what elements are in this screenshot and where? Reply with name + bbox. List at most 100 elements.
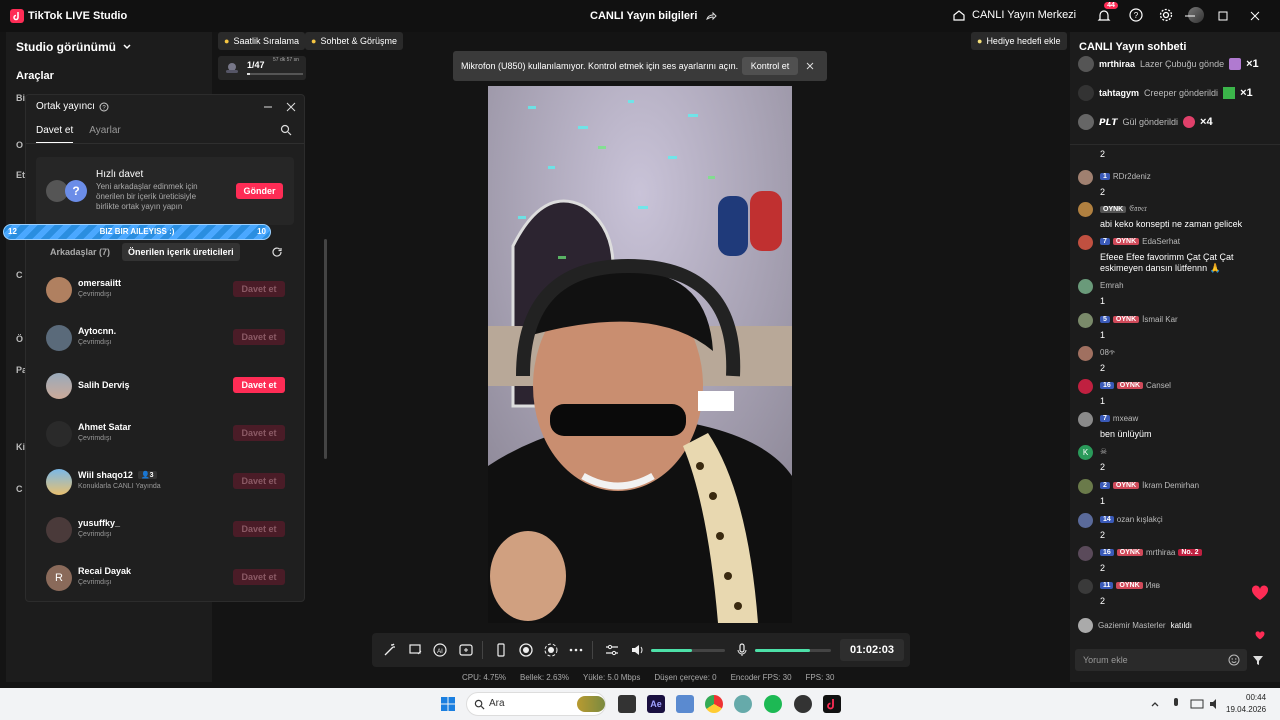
after-effects-icon[interactable]: Ae bbox=[647, 695, 665, 713]
creeper-gift-icon bbox=[1223, 87, 1236, 99]
taskbar-search[interactable]: Ara bbox=[466, 692, 606, 716]
speaker-volume-slider[interactable] bbox=[651, 649, 725, 652]
more-options-icon[interactable] bbox=[568, 642, 584, 658]
level-badge: 16 bbox=[1100, 549, 1114, 556]
fps-stat: FPS: 30 bbox=[805, 673, 835, 682]
windows-start-icon[interactable] bbox=[440, 696, 456, 712]
gift-goal-tag[interactable]: ● Hediye hedefi ekle bbox=[971, 32, 1067, 50]
avatar bbox=[1078, 513, 1093, 528]
check-mic-button[interactable]: Kontrol et bbox=[742, 57, 798, 75]
chat-username[interactable]: RDr2deniz bbox=[1113, 172, 1151, 181]
scrollbar[interactable] bbox=[324, 239, 327, 459]
invite-button[interactable]: Davet et bbox=[233, 377, 285, 393]
invite-button[interactable]: Davet et bbox=[233, 569, 285, 585]
volume-icon[interactable] bbox=[1208, 697, 1222, 711]
tiktok-studio-taskbar-icon[interactable] bbox=[823, 695, 841, 713]
hourly-ranking-tag[interactable]: ● Saatlik Sıralama bbox=[218, 32, 305, 50]
filter-suggested[interactable]: Önerilen içerik üreticileri bbox=[122, 243, 240, 261]
search-highlight-image bbox=[577, 696, 605, 712]
filter-icon[interactable] bbox=[1252, 654, 1264, 666]
clock[interactable]: 00:44 19.04.2026 bbox=[1226, 692, 1266, 716]
level-badge: 14 bbox=[1100, 516, 1114, 523]
task-view-icon[interactable] bbox=[618, 695, 636, 713]
fan-badge: OYNK bbox=[1116, 549, 1144, 556]
invite-button[interactable]: Davet et bbox=[233, 473, 285, 489]
chevron-up-icon[interactable] bbox=[1150, 699, 1160, 709]
chat-username[interactable]: İsmail Kar bbox=[1142, 315, 1178, 324]
chat-username[interactable]: Emrah bbox=[1100, 281, 1124, 290]
minimize-icon[interactable] bbox=[1182, 8, 1198, 24]
viewer-ranking-box[interactable]: 1/47 57 dk 57 sn bbox=[218, 56, 306, 80]
close-icon[interactable] bbox=[805, 61, 815, 71]
settings-gear-icon[interactable] bbox=[1158, 7, 1174, 23]
mic-volume-slider[interactable] bbox=[755, 649, 831, 652]
chat-username[interactable]: İkram Demirhan bbox=[1142, 481, 1199, 490]
refresh-icon[interactable] bbox=[271, 246, 283, 258]
chat-username[interactable]: ☠ bbox=[1100, 447, 1107, 456]
chat-username[interactable]: Ияв bbox=[1146, 581, 1160, 590]
gift-notification: mrthiraa Lazer Çubuğu gönde ×1 bbox=[1078, 54, 1259, 74]
chat-username[interactable]: ozan kışlakçi bbox=[1117, 515, 1163, 524]
studio-view-dropdown[interactable]: Studio görünümü bbox=[16, 40, 132, 54]
capture-icon[interactable] bbox=[543, 642, 559, 658]
comment-placeholder: Yorum ekle bbox=[1083, 655, 1128, 665]
close-dialog-icon[interactable] bbox=[285, 101, 297, 113]
spotify-icon[interactable] bbox=[764, 695, 782, 713]
chrome-icon[interactable] bbox=[705, 695, 723, 713]
friend-name: Ahmet Satar bbox=[78, 422, 132, 432]
microphone-tray-icon[interactable] bbox=[1170, 697, 1182, 711]
audio-mixer-icon[interactable] bbox=[604, 642, 620, 658]
maximize-icon[interactable] bbox=[1215, 8, 1231, 24]
filter-friends[interactable]: Arkadaşlar (7) bbox=[44, 243, 116, 261]
live-center-link[interactable]: CANLI Yayın Merkezi bbox=[972, 9, 1076, 21]
search-icon[interactable] bbox=[280, 124, 292, 136]
invite-button[interactable]: Davet et bbox=[233, 425, 285, 441]
invite-button[interactable]: Davet et bbox=[233, 281, 285, 297]
friend-row: Ahmet Satar Çevrimdışı Davet et bbox=[46, 419, 290, 449]
phone-icon[interactable] bbox=[493, 642, 509, 658]
cohost-title: Ortak yayıncı bbox=[36, 101, 95, 112]
live-info-button[interactable]: CANLI Yayın bilgileri bbox=[590, 10, 718, 22]
tab-invite[interactable]: Davet et bbox=[36, 125, 74, 144]
encoder-fps-stat: Encoder FPS: 30 bbox=[730, 673, 792, 682]
tab-settings[interactable]: Ayarlar bbox=[89, 125, 121, 144]
chat-username[interactable]: 08ጥ bbox=[1100, 348, 1115, 358]
tools-heading: Araçlar bbox=[16, 70, 54, 82]
image-edit-icon[interactable] bbox=[408, 642, 424, 658]
mail-icon[interactable] bbox=[676, 695, 694, 713]
chat-message-body: 1 bbox=[1100, 496, 1106, 506]
network-icon[interactable] bbox=[1190, 697, 1204, 711]
help-icon[interactable]: ? bbox=[99, 102, 109, 112]
microphone-icon[interactable] bbox=[734, 642, 750, 658]
app-icon[interactable] bbox=[734, 695, 752, 713]
steam-icon[interactable] bbox=[794, 695, 812, 713]
friend-status: Çevrimdışı bbox=[78, 531, 112, 538]
avatar bbox=[1078, 579, 1093, 594]
send-invite-button[interactable]: Gönder bbox=[236, 183, 283, 199]
invite-button[interactable]: Davet et bbox=[233, 521, 285, 537]
chat-message: OYNK 𝔈𝔞𝔳𝔢𝔯 abi keko konsepti ne zaman geli… bbox=[1078, 202, 1274, 232]
help-icon[interactable]: ? bbox=[1128, 7, 1144, 23]
friend-name: omersaiitt bbox=[78, 278, 122, 288]
record-icon[interactable] bbox=[518, 642, 534, 658]
chat-username[interactable]: EdaSerhat bbox=[1142, 237, 1180, 246]
person-icon: 👤 bbox=[140, 472, 150, 479]
speaker-icon[interactable] bbox=[630, 642, 646, 658]
notifications-button[interactable]: 44 bbox=[1096, 2, 1118, 24]
chevron-down-icon bbox=[123, 44, 131, 50]
chat-username[interactable]: 𝔈𝔞𝔳𝔢𝔯 bbox=[1129, 204, 1147, 214]
invite-button[interactable]: Davet et bbox=[233, 329, 285, 345]
emoji-icon[interactable] bbox=[1228, 654, 1240, 666]
minimize-dialog-icon[interactable] bbox=[262, 101, 274, 113]
chat-username[interactable]: mxeaw bbox=[1113, 414, 1138, 423]
ai-icon[interactable]: AI bbox=[432, 642, 448, 658]
chat-username[interactable]: Cansel bbox=[1146, 381, 1171, 390]
live-chat-panel: CANLI Yayın sohbeti mrthiraa Lazer Çubuğ… bbox=[1070, 32, 1280, 682]
comment-input[interactable]: Yorum ekle bbox=[1075, 649, 1247, 671]
chat-username[interactable]: mrthiraa bbox=[1146, 548, 1175, 557]
add-source-icon[interactable] bbox=[458, 642, 474, 658]
magic-wand-icon[interactable] bbox=[382, 642, 398, 658]
app-title: TikTok LIVE Studio bbox=[28, 10, 128, 22]
close-window-icon[interactable] bbox=[1247, 8, 1263, 24]
chat-call-tag[interactable]: ● Sohbet & Görüşme bbox=[305, 32, 403, 50]
